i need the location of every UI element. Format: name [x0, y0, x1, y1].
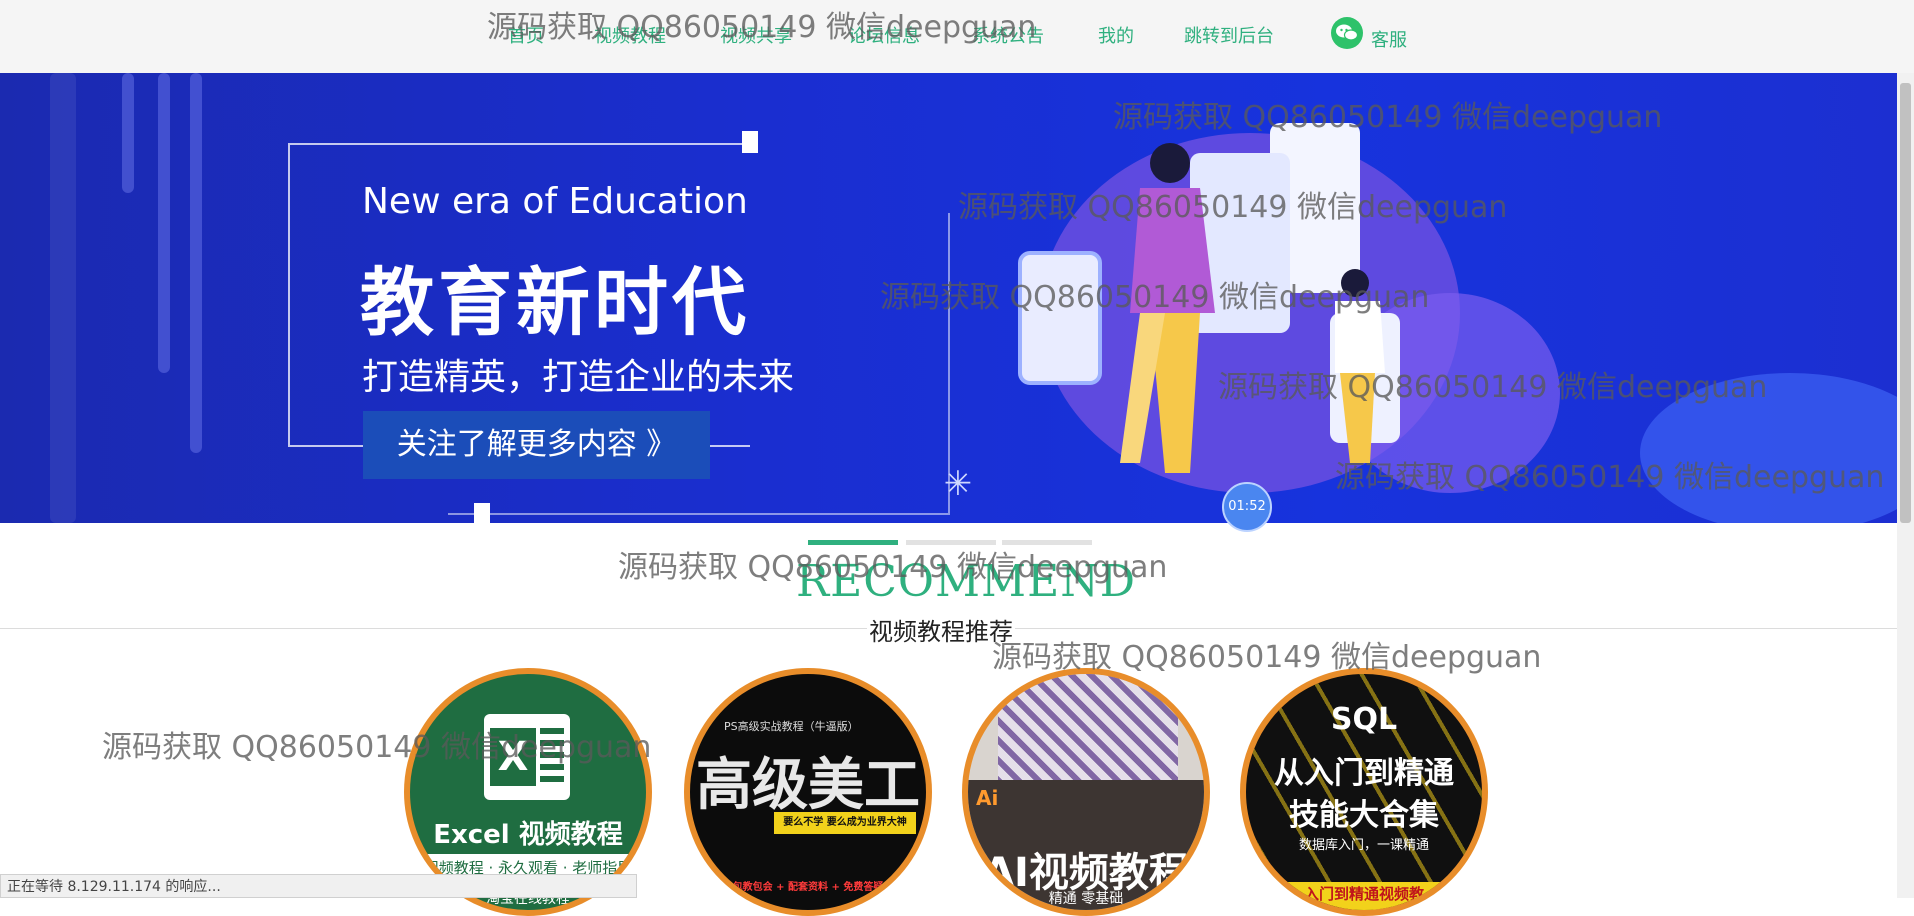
course-footer: 包教包会 + 配套资料 + 免费答疑: [732, 882, 884, 893]
slide-indicator-2[interactable]: [906, 540, 996, 545]
banner-english-title: New era of Education: [362, 181, 748, 222]
nav-forum[interactable]: 论坛信息: [848, 22, 920, 48]
education-illustration: [990, 73, 1490, 523]
banner-subtitle: 打造精英，打造企业的未来: [362, 357, 795, 398]
wechat-icon[interactable]: [1331, 17, 1363, 49]
nav-home[interactable]: 首页: [508, 22, 544, 48]
slide-indicator-1[interactable]: [808, 540, 898, 545]
slide-indicator-3[interactable]: [1002, 540, 1092, 545]
top-navigation: 首页 视频教程 视频共享 论坛信息 系统公告 我的 跳转到后台 客服: [0, 0, 1914, 74]
recommend-title: RECOMMEND: [796, 556, 1136, 607]
banner-learn-more-button[interactable]: 关注了解更多内容 》: [363, 411, 710, 479]
nav-mine[interactable]: 我的: [1098, 22, 1134, 48]
course-tagline: 要么不学 要么成为业界大神: [774, 812, 916, 834]
scrollbar-thumb[interactable]: [1900, 83, 1911, 523]
course-top-label: PS高级实战教程（牛逼版）: [724, 720, 859, 733]
nav-video-share[interactable]: 视频共享: [720, 22, 792, 48]
course-tagline: 数据库入门，一课精通: [1298, 838, 1429, 853]
banner-title: 教育新时代: [360, 260, 750, 346]
course-card-sql[interactable]: SQL 从入门到精通 技能大合集 数据库入门，一课精通 入门到精通视频教: [1240, 668, 1488, 916]
loading-spinner-icon: ✳: [943, 464, 973, 504]
page-scrollbar[interactable]: [1897, 73, 1914, 898]
nav-admin[interactable]: 跳转到后台: [1184, 22, 1274, 48]
course-title: Excel 视频教程: [433, 820, 623, 850]
course-card-ps[interactable]: PS高级实战教程（牛逼版） 高级美工 要么不学 要么成为业界大神 包教包会 + …: [684, 668, 932, 916]
excel-logo-icon: X: [484, 714, 570, 800]
course-title: SQL: [1330, 702, 1398, 737]
course-footer: 入门到精通视频教: [1246, 882, 1482, 910]
browser-status-bar: 正在等待 8.129.11.174 的响应...: [0, 874, 637, 898]
recommend-subtitle: 视频教程推荐: [867, 612, 1015, 647]
course-badge: Ai: [976, 786, 999, 810]
course-subtitle-2: 技能大合集: [1289, 798, 1439, 833]
course-footer: 精通 零基础: [1048, 891, 1124, 907]
floating-timer-badge[interactable]: 01:52: [1222, 482, 1272, 532]
nav-announcements[interactable]: 系统公告: [972, 22, 1044, 48]
course-subtitle: 从入门到精通: [1274, 756, 1454, 791]
course-card-ai[interactable]: Ai AI视频教程 精通 零基础: [962, 668, 1210, 916]
nav-customer-service[interactable]: 客服: [1371, 26, 1407, 52]
hero-banner[interactable]: New era of Education 教育新时代 打造精英，打造企业的未来 …: [0, 73, 1897, 523]
course-title: 高级美工: [696, 753, 920, 818]
nav-video-tutorials[interactable]: 视频教程: [594, 22, 666, 48]
